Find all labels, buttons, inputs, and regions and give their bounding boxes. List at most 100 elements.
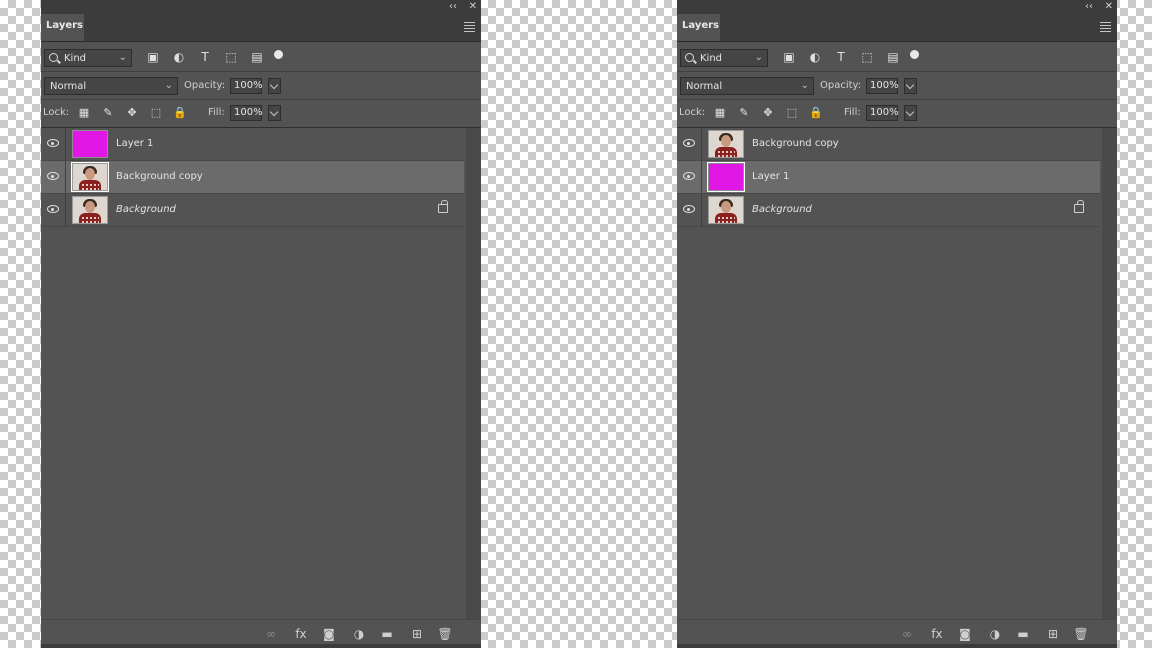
layer-name: Background: [752, 204, 812, 215]
adjustment-filter-icon[interactable]: ◐: [807, 49, 823, 65]
lock-row: Lock: ▦ ✎ ✥ ⬚ 🔒 Fill: 100%: [41, 100, 481, 128]
new-layer-icon[interactable]: ⊞: [1045, 626, 1061, 642]
add-mask-icon[interactable]: ◙: [321, 626, 337, 642]
photo-thumbnail: [708, 196, 744, 224]
portrait-dots: [81, 216, 99, 223]
lock-position-icon[interactable]: ✥: [125, 106, 139, 120]
adjustment-filter-icon[interactable]: ◐: [171, 49, 187, 65]
eye-visibility-icon[interactable]: [47, 172, 59, 180]
filter-toggle-icon[interactable]: [910, 50, 919, 59]
layer-row[interactable]: Background copy: [677, 128, 1100, 161]
fx-icon[interactable]: fx: [929, 626, 945, 642]
fill-dropdown-button[interactable]: [268, 105, 281, 121]
kind-filter-label: Kind: [700, 53, 723, 64]
collapse-panel-button[interactable]: ‹‹: [449, 0, 457, 13]
panel-top-strip: ‹‹ ✕: [677, 0, 1117, 14]
lock-artboard-icon[interactable]: ⬚: [785, 106, 799, 120]
collapse-panel-button[interactable]: ‹‹: [1085, 0, 1093, 13]
close-panel-button[interactable]: ✕: [469, 0, 477, 13]
type-filter-icon[interactable]: T: [833, 49, 849, 65]
fx-icon[interactable]: fx: [293, 626, 309, 642]
magenta-fill-thumbnail: [72, 130, 108, 158]
shape-filter-icon[interactable]: ⬚: [859, 49, 875, 65]
fill-field[interactable]: 100%: [230, 105, 263, 121]
lock-transparent-pixels-icon[interactable]: ▦: [713, 106, 727, 120]
eye-visibility-icon[interactable]: [683, 172, 695, 180]
lock-all-icon[interactable]: 🔒: [809, 106, 823, 120]
lock-image-pixels-icon[interactable]: ✎: [737, 106, 751, 120]
photo-thumbnail: [72, 196, 108, 224]
lock-transparent-pixels-icon[interactable]: ▦: [77, 106, 91, 120]
new-group-icon[interactable]: ▬: [1015, 626, 1031, 642]
opacity-dropdown-button[interactable]: [904, 78, 917, 94]
eye-visibility-icon[interactable]: [47, 139, 59, 147]
blend-mode-label: Normal: [50, 81, 87, 92]
portrait-face: [85, 168, 95, 180]
filter-toggle-icon[interactable]: [274, 50, 283, 59]
layer-row[interactable]: Background: [41, 194, 464, 227]
portrait-dots: [717, 216, 735, 223]
portrait-face: [85, 201, 95, 213]
fill-dropdown-button[interactable]: [904, 105, 917, 121]
eye-visibility-icon[interactable]: [683, 139, 695, 147]
opacity-dropdown-button[interactable]: [268, 78, 281, 94]
layers-list: Layer 1 Background copy Background: [41, 128, 464, 227]
delete-layer-icon[interactable]: 🗑: [437, 626, 453, 642]
blend-mode-select[interactable]: Normal ⌄: [680, 77, 814, 95]
tab-layers[interactable]: Layers: [41, 14, 84, 41]
kind-filter-select[interactable]: Kind ⌄: [680, 49, 768, 67]
adjustment-layer-icon[interactable]: ◑: [987, 626, 1003, 642]
kind-filter-label: Kind: [64, 53, 87, 64]
new-layer-icon[interactable]: ⊞: [409, 626, 425, 642]
close-panel-button[interactable]: ✕: [1105, 0, 1113, 13]
eye-visibility-icon[interactable]: [47, 205, 59, 213]
layers-panel-left: ‹‹ ✕ Layers Kind ⌄ ▣ ◐ T ⬚ ▤ Normal ⌄ Opacity: 100% Lo…: [41, 0, 481, 648]
eye-visibility-icon[interactable]: [683, 205, 695, 213]
portrait-dots: [81, 183, 99, 190]
fill-field[interactable]: 100%: [866, 105, 899, 121]
panel-menu-icon[interactable]: [464, 20, 475, 34]
opacity-label: Opacity:: [184, 80, 226, 91]
chevron-down-icon: ⌄: [118, 52, 127, 63]
magenta-fill-thumbnail: [707, 162, 745, 192]
image-filter-icon[interactable]: ▣: [781, 49, 797, 65]
lock-row: Lock: ▦ ✎ ✥ ⬚ 🔒 Fill: 100%: [677, 100, 1117, 128]
tab-layers[interactable]: Layers: [677, 14, 720, 41]
layer-name: Background: [116, 204, 176, 215]
kind-filter-select[interactable]: Kind ⌄: [44, 49, 132, 67]
layer-row[interactable]: Layer 1: [41, 128, 464, 161]
divider: [701, 128, 702, 161]
link-layers-icon[interactable]: ∞: [899, 626, 915, 642]
layer-row[interactable]: Background: [677, 194, 1100, 227]
layers-scrollbar[interactable]: [466, 128, 481, 620]
lock-artboard-icon[interactable]: ⬚: [149, 106, 163, 120]
new-group-icon[interactable]: ▬: [379, 626, 395, 642]
lock-position-icon[interactable]: ✥: [761, 106, 775, 120]
opacity-field[interactable]: 100%: [230, 78, 263, 94]
lock-label: Lock:: [43, 107, 70, 118]
lock-all-icon[interactable]: 🔒: [173, 106, 187, 120]
layer-row[interactable]: Layer 1: [677, 161, 1100, 194]
fill-label: Fill:: [208, 107, 225, 118]
link-layers-icon[interactable]: ∞: [263, 626, 279, 642]
opacity-field[interactable]: 100%: [866, 78, 899, 94]
delete-layer-icon[interactable]: 🗑: [1073, 626, 1089, 642]
smart-object-filter-icon[interactable]: ▤: [249, 49, 265, 65]
shape-filter-icon[interactable]: ⬚: [223, 49, 239, 65]
layers-scrollbar[interactable]: [1102, 128, 1117, 620]
filter-row: Kind ⌄ ▣ ◐ T ⬚ ▤: [41, 42, 481, 72]
chevron-down-icon: ⌄: [164, 80, 173, 91]
image-filter-icon[interactable]: ▣: [145, 49, 161, 65]
lock-icon: [438, 200, 448, 213]
lock-image-pixels-icon[interactable]: ✎: [101, 106, 115, 120]
adjustment-layer-icon[interactable]: ◑: [351, 626, 367, 642]
panel-tab-row: Layers: [41, 14, 481, 42]
blend-mode-select[interactable]: Normal ⌄: [44, 77, 178, 95]
type-filter-icon[interactable]: T: [197, 49, 213, 65]
smart-object-filter-icon[interactable]: ▤: [885, 49, 901, 65]
photo-thumbnail: [708, 130, 744, 158]
blend-row: Normal ⌄ Opacity: 100%: [41, 72, 481, 100]
panel-menu-icon[interactable]: [1100, 20, 1111, 34]
layer-row[interactable]: Background copy: [41, 161, 464, 194]
add-mask-icon[interactable]: ◙: [957, 626, 973, 642]
